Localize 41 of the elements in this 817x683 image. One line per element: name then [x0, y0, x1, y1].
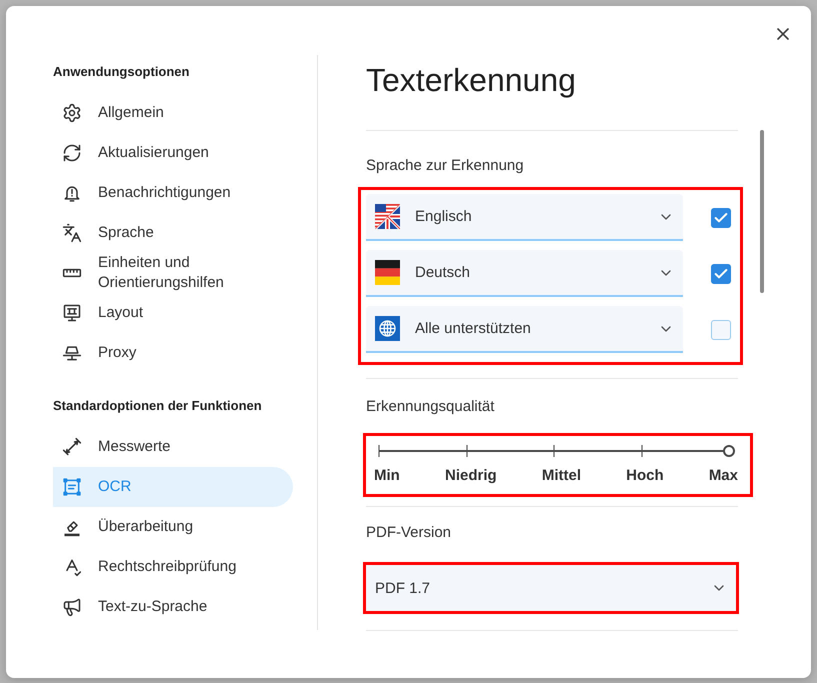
slider-label: Niedrig — [444, 466, 497, 486]
flag-icon — [375, 260, 400, 285]
pdf-version-dropdown[interactable]: PDF 1.7 — [366, 565, 736, 611]
sidebar-item[interactable]: Text-zu-Sprache — [53, 587, 293, 627]
sidebar-item[interactable]: Überarbeitung — [53, 507, 293, 547]
section-heading: Sprache zur Erkennung — [366, 156, 525, 176]
language-dropdown[interactable]: Englisch — [366, 194, 683, 241]
section-heading: PDF-Version — [366, 523, 452, 543]
monitor-icon — [62, 303, 82, 323]
page-title: Texterkennung — [366, 61, 577, 100]
megaphone-icon — [62, 597, 82, 617]
sidebar-item[interactable]: Rechtschreibprüfung — [53, 547, 293, 587]
gear-icon — [62, 103, 82, 123]
sidebar-section-title: Standardoptionen der Funktionen — [53, 398, 263, 414]
slider-thumb[interactable] — [723, 445, 735, 457]
language-dropdown[interactable]: Deutsch — [366, 250, 683, 297]
globe-icon — [375, 316, 400, 341]
sidebar-item[interactable]: Allgemein — [53, 93, 293, 133]
sidebar-item[interactable]: Messwerte — [53, 427, 293, 467]
sidebar-item[interactable]: Aktualisierungen — [53, 133, 293, 173]
measure-arrow-icon — [62, 437, 82, 457]
slider-label: Max — [708, 466, 738, 486]
checkbox[interactable] — [711, 264, 731, 284]
refresh-icon — [62, 143, 82, 163]
slider-label: Mittel — [542, 466, 581, 486]
sidebar-section-title: Anwendungsoptionen — [53, 64, 190, 80]
checkbox[interactable] — [711, 208, 731, 228]
flag-icon — [375, 204, 400, 229]
sidebar-item[interactable]: Einheiten und Orientierungshilfen — [53, 253, 293, 293]
language-dropdown[interactable]: Alle unterstützten — [366, 306, 683, 353]
sidebar-item[interactable]: Sprache — [53, 213, 293, 253]
checkbox[interactable] — [711, 320, 731, 340]
sidebar-item[interactable]: Benachrichtigungen — [53, 173, 293, 213]
translate-icon — [62, 223, 82, 243]
text-frame-icon — [62, 477, 82, 497]
slider-label: Min — [374, 466, 400, 486]
section-heading: Erkennungsqualität — [366, 397, 496, 417]
scrollbar[interactable] — [760, 130, 764, 293]
sidebar-item[interactable]: Proxy — [53, 333, 293, 373]
slider-label: Hoch — [626, 466, 664, 486]
sidebar-item[interactable]: Layout — [53, 293, 293, 333]
